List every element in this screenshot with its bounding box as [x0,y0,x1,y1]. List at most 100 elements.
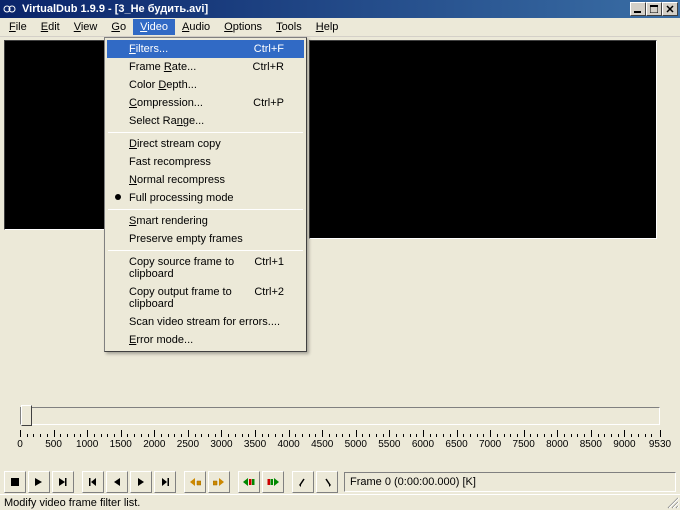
menu-edit[interactable]: Edit [34,19,67,35]
radio-bullet-icon [115,194,121,200]
close-button[interactable] [662,2,678,16]
menu-item-label: Normal recompress [129,174,225,186]
menu-item-fast-recompress[interactable]: Fast recompress [107,153,304,171]
ruler-tick [289,430,290,437]
ruler-tick [423,430,424,437]
output-video-pane[interactable] [309,40,657,239]
statusbar: Modify video frame filter list. [0,494,680,510]
menu-item-direct-stream-copy[interactable]: Direct stream copy [107,135,304,153]
mark-in-button[interactable] [292,471,314,493]
timeline-ruler: 0500100015002000250030003500400045005000… [14,427,666,449]
menu-item-shortcut: Ctrl+P [243,97,284,109]
playback-toolbar: Frame 0 (0:00:00.000) [K] [4,470,676,494]
menu-item-normal-recompress[interactable]: Normal recompress [107,171,304,189]
ruler-tick-label: 0 [17,439,23,450]
ruler-tick [557,430,558,437]
timeline: 0500100015002000250030003500400045005000… [0,407,680,449]
ruler-tick-label: 6500 [445,439,467,450]
resize-grip[interactable] [666,496,680,510]
menu-options[interactable]: Options [217,19,269,35]
menu-item-full-processing-mode[interactable]: Full processing mode [107,189,304,207]
menu-go[interactable]: Go [104,19,133,35]
menu-separator [108,250,303,251]
menu-item-label: Filters... [129,43,168,55]
menu-item-color-depth[interactable]: Color Depth... [107,76,304,94]
scene-prev-button[interactable] [238,471,260,493]
play-input-button[interactable] [28,471,50,493]
menu-video[interactable]: Video [133,19,175,35]
keyframe-next-button[interactable] [208,471,230,493]
menubar: FileEditViewGoVideoAudioOptionsToolsHelp [0,18,680,37]
menu-item-shortcut: Ctrl+R [243,61,284,73]
statusbar-text: Modify video frame filter list. [4,497,140,509]
ruler-tick [20,430,21,437]
maximize-button[interactable] [646,2,662,16]
seek-end-button[interactable] [154,471,176,493]
timeline-slider-thumb[interactable] [21,405,32,426]
titlebar: VirtualDub 1.9.9 - [3_Не будить.avi] [0,0,680,18]
ruler-tick-label: 2000 [143,439,165,450]
seek-next-button[interactable] [130,471,152,493]
keyframe-prev-button[interactable] [184,471,206,493]
ruler-tick-label: 1000 [76,439,98,450]
menu-item-shortcut: Ctrl+1 [244,256,284,280]
menu-item-copy-source-frame-to-clipboard[interactable]: Copy source frame to clipboardCtrl+1 [107,253,304,283]
menu-view[interactable]: View [67,19,105,35]
ruler-tick-label: 8500 [580,439,602,450]
menu-item-copy-output-frame-to-clipboard[interactable]: Copy output frame to clipboardCtrl+2 [107,283,304,313]
ruler-tick [322,430,323,437]
menu-item-label: Select Range... [129,115,204,127]
menu-tools[interactable]: Tools [269,19,309,35]
ruler-tick [490,430,491,437]
minimize-button[interactable] [630,2,646,16]
ruler-tick [188,430,189,437]
menu-item-label: Full processing mode [129,192,234,204]
window-controls [630,2,678,16]
title-text: VirtualDub 1.9.9 - [3_Не будить.avi] [22,3,630,15]
ruler-tick [154,430,155,437]
stop-button[interactable] [4,471,26,493]
menu-file[interactable]: File [2,19,34,35]
mark-out-button[interactable] [316,471,338,493]
ruler-tick-label: 500 [45,439,62,450]
menu-item-scan-video-stream-for-errors[interactable]: Scan video stream for errors.... [107,313,304,331]
menu-item-shortcut: Ctrl+2 [244,286,284,310]
ruler-tick [624,430,625,437]
menu-help[interactable]: Help [309,19,346,35]
menu-item-error-mode[interactable]: Error mode... [107,331,304,349]
menu-item-frame-rate[interactable]: Frame Rate... Ctrl+R [107,58,304,76]
ruler-tick-label: 4000 [278,439,300,450]
play-output-button[interactable] [52,471,74,493]
ruler-tick [457,430,458,437]
menu-item-label: Frame Rate... [129,61,196,73]
video-menu-dropdown: Filters... Ctrl+F Frame Rate... Ctrl+R Color… [104,37,307,352]
ruler-tick-label: 5500 [378,439,400,450]
menu-item-label: Fast recompress [129,156,211,168]
menu-separator [108,209,303,210]
menu-separator [108,132,303,133]
seek-start-button[interactable] [82,471,104,493]
ruler-tick [389,430,390,437]
content-area: Filters... Ctrl+F Frame Rate... Ctrl+R Color… [0,37,680,435]
ruler-tick-label: 3000 [210,439,232,450]
menu-item-shortcut: Ctrl+F [244,43,284,55]
menu-item-label: Preserve empty frames [129,233,243,245]
menu-item-preserve-empty-frames[interactable]: Preserve empty frames [107,230,304,248]
scene-next-button[interactable] [262,471,284,493]
menu-item-label: Copy output frame to clipboard [129,286,244,310]
ruler-tick-label: 6000 [412,439,434,450]
seek-prev-button[interactable] [106,471,128,493]
frame-display: Frame 0 (0:00:00.000) [K] [344,472,676,492]
ruler-tick [660,430,661,437]
ruler-tick [87,430,88,437]
menu-item-select-range[interactable]: Select Range... [107,112,304,130]
menu-item-filters[interactable]: Filters... Ctrl+F [107,40,304,58]
menu-item-compression[interactable]: Compression...Ctrl+P [107,94,304,112]
menu-item-label: Copy source frame to clipboard [129,256,244,280]
menu-item-smart-rendering[interactable]: Smart rendering [107,212,304,230]
ruler-tick-label: 4500 [311,439,333,450]
app-icon [2,1,18,17]
menu-audio[interactable]: Audio [175,19,217,35]
ruler-tick [121,430,122,437]
timeline-slider-track[interactable] [20,407,660,425]
